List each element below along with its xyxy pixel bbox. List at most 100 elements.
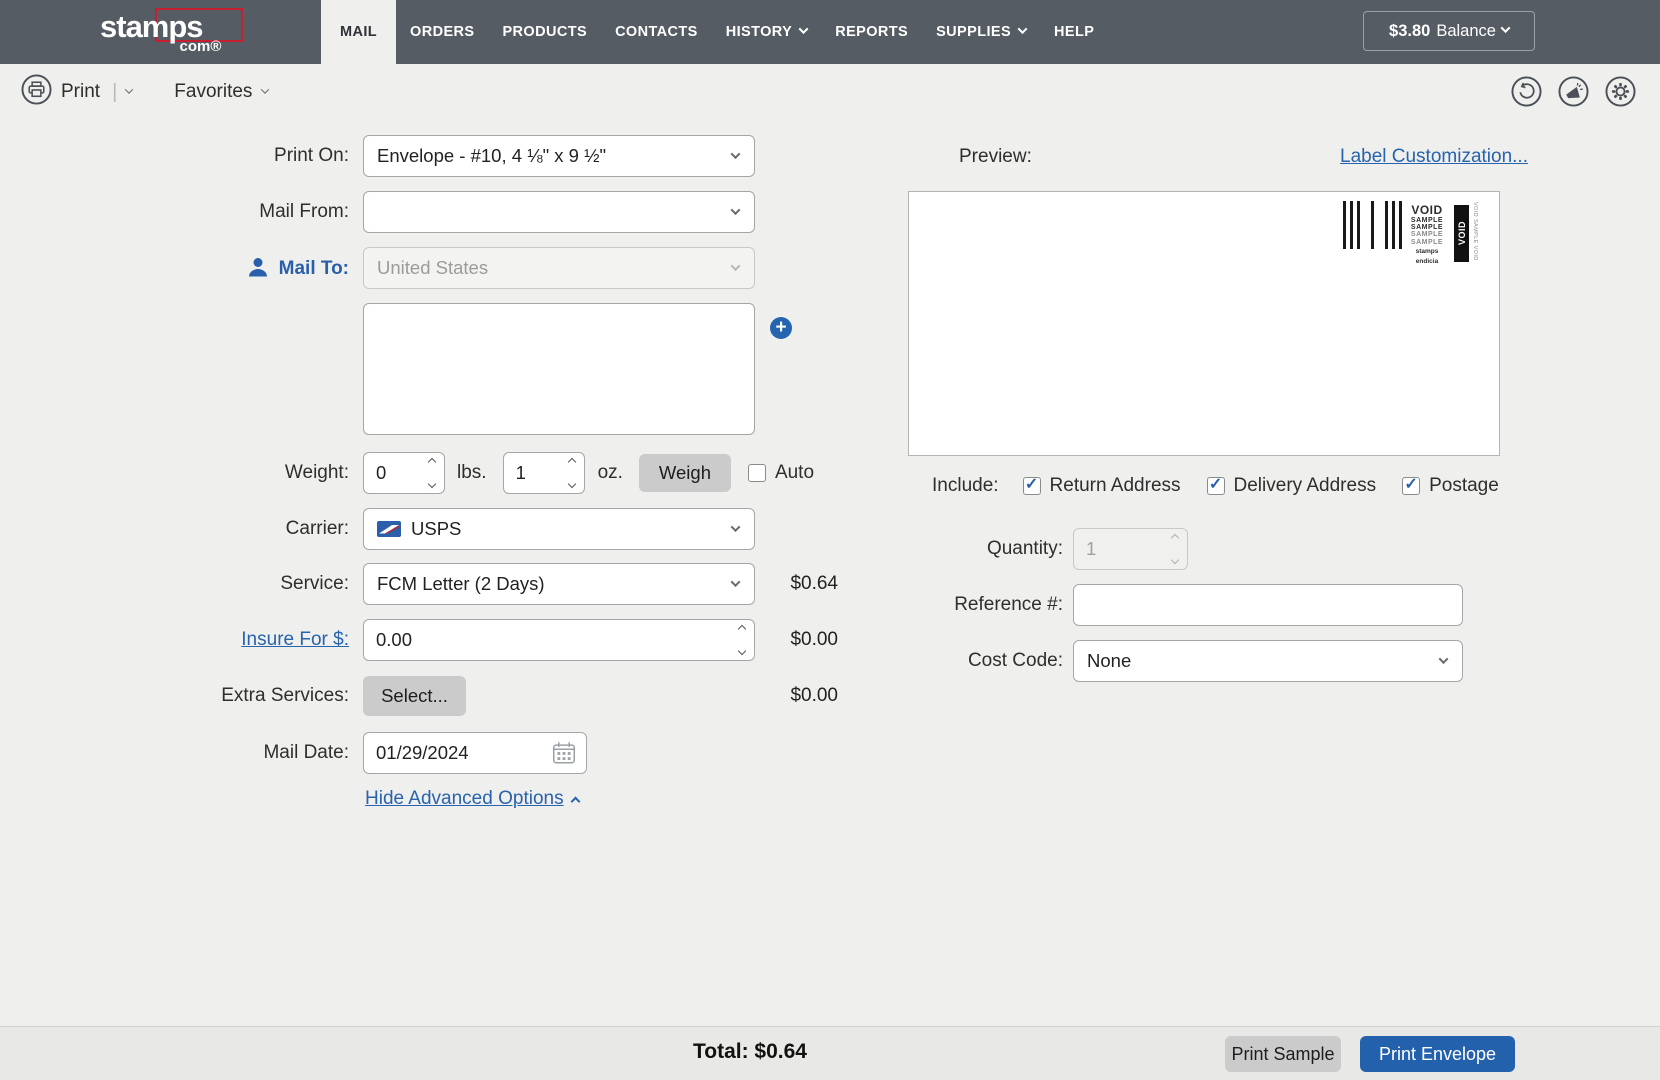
nav-tab-contacts[interactable]: CONTACTS bbox=[601, 0, 712, 64]
stepper-arrows[interactable] bbox=[429, 459, 435, 487]
nav-tab-supplies[interactable]: SUPPLIES bbox=[922, 0, 1040, 64]
void-barcode-strip: VOID bbox=[1454, 205, 1469, 262]
extra-services-price: $0.00 bbox=[790, 685, 838, 707]
mail-date-row: Mail Date: bbox=[0, 732, 838, 774]
weigh-button[interactable]: Weigh bbox=[639, 454, 731, 492]
insure-row: Insure For $: $0.00 bbox=[0, 619, 838, 661]
nav-tab-orders-label: ORDERS bbox=[410, 24, 474, 40]
weight-oz-stepper[interactable] bbox=[503, 452, 585, 494]
insure-input[interactable] bbox=[363, 619, 755, 661]
nav-tab-products-label: PRODUCTS bbox=[502, 24, 587, 40]
print-on-select[interactable]: Envelope - #10, 4 ⅛" x 9 ½" bbox=[363, 135, 755, 177]
envelope-preview: VOID SAMPLE SAMPLE SAMPLE SAMPLE stamps … bbox=[908, 191, 1500, 456]
stepper-arrows[interactable] bbox=[569, 459, 575, 487]
balance-dropdown[interactable]: $3.80 Balance bbox=[1363, 11, 1535, 51]
carrier-value: USPS bbox=[411, 518, 461, 540]
print-dropdown-chevron-icon[interactable] bbox=[125, 85, 133, 93]
extra-services-select-button[interactable]: Select... bbox=[363, 676, 466, 716]
reference-input[interactable] bbox=[1073, 584, 1463, 626]
carrier-label: Carrier: bbox=[0, 518, 349, 540]
address-textarea[interactable] bbox=[363, 303, 755, 435]
chevron-up-icon bbox=[570, 796, 580, 806]
history-refresh-icon[interactable] bbox=[1511, 76, 1542, 112]
chevron-up-icon bbox=[738, 625, 746, 633]
extra-services-row: Extra Services: Select... $0.00 bbox=[0, 676, 838, 716]
nav-tab-history[interactable]: HISTORY bbox=[712, 0, 821, 64]
chevron-down-icon bbox=[1501, 23, 1511, 33]
delivery-address-checkbox[interactable] bbox=[1207, 477, 1225, 495]
preview-label: Preview: bbox=[959, 146, 1032, 168]
mail-from-row: Mail From: bbox=[0, 191, 838, 233]
gear-icon[interactable] bbox=[1605, 76, 1636, 112]
chevron-up-icon bbox=[567, 458, 575, 466]
mail-date-field[interactable] bbox=[363, 732, 587, 774]
chevron-down-icon bbox=[1171, 556, 1179, 564]
chevron-down-icon bbox=[731, 522, 741, 532]
plus-icon: + bbox=[775, 318, 786, 337]
add-contact-button[interactable]: + bbox=[770, 317, 792, 339]
chevron-up-icon bbox=[1171, 534, 1179, 542]
service-select[interactable]: FCM Letter (2 Days) bbox=[363, 563, 755, 605]
delivery-address-label: Delivery Address bbox=[1234, 475, 1377, 497]
chevron-down-icon bbox=[731, 149, 741, 159]
mail-to-label-wrap: Mail To: bbox=[0, 257, 349, 280]
print-button-label[interactable]: Print bbox=[61, 81, 100, 103]
cost-code-select[interactable]: None bbox=[1073, 640, 1463, 682]
person-icon[interactable] bbox=[247, 257, 269, 277]
auto-checkbox[interactable] bbox=[748, 464, 766, 482]
carrier-select[interactable]: USPS bbox=[363, 508, 755, 550]
lbs-unit-label: lbs. bbox=[457, 462, 487, 484]
stamps-logo: stamps com® bbox=[100, 9, 250, 55]
toolbar: Print | Favorites bbox=[0, 64, 1660, 116]
postage-label: Postage bbox=[1429, 475, 1499, 497]
nav-tab-orders[interactable]: ORDERS bbox=[396, 0, 488, 64]
mail-from-label: Mail From: bbox=[0, 201, 349, 223]
print-sample-button[interactable]: Print Sample bbox=[1225, 1036, 1341, 1072]
chevron-down-icon bbox=[731, 261, 741, 271]
nav-tab-supplies-label: SUPPLIES bbox=[936, 24, 1011, 40]
label-customization-link[interactable]: Label Customization... bbox=[1340, 146, 1528, 168]
postage-checkbox[interactable] bbox=[1402, 477, 1420, 495]
include-delivery-address: Delivery Address bbox=[1207, 475, 1377, 497]
chevron-down-icon bbox=[1018, 24, 1028, 34]
carrier-row: Carrier: USPS bbox=[0, 508, 838, 550]
favorites-label: Favorites bbox=[174, 81, 252, 103]
calendar-icon[interactable] bbox=[550, 739, 578, 767]
return-address-checkbox[interactable] bbox=[1023, 477, 1041, 495]
hide-advanced-options-label: Hide Advanced Options bbox=[365, 788, 564, 810]
quantity-input bbox=[1073, 528, 1188, 570]
label-customization-text: Label Customization... bbox=[1340, 146, 1528, 167]
chevron-down-icon bbox=[1439, 654, 1449, 664]
stamp-sample-text: SAMPLE bbox=[1403, 231, 1451, 238]
megaphone-icon[interactable] bbox=[1558, 76, 1589, 112]
insure-link-wrap: Insure For $: bbox=[0, 629, 349, 651]
stepper-arrows[interactable] bbox=[739, 626, 745, 654]
top-nav: stamps com® MAIL ORDERS PRODUCTS CONTACT… bbox=[0, 0, 1660, 64]
nav-tab-reports[interactable]: REPORTS bbox=[821, 0, 922, 64]
chevron-down-icon bbox=[567, 480, 575, 488]
mail-to-label[interactable]: Mail To: bbox=[279, 258, 349, 279]
stamp-sample-text: SAMPLE bbox=[1403, 239, 1451, 246]
weight-lbs-stepper[interactable] bbox=[363, 452, 445, 494]
toolbar-divider: | bbox=[112, 81, 117, 104]
mail-from-select[interactable] bbox=[363, 191, 755, 233]
void-side-text: VOID SAMPLE VOID bbox=[1472, 202, 1478, 266]
nav-tab-mail[interactable]: MAIL bbox=[321, 0, 396, 64]
print-envelope-button[interactable]: Print Envelope bbox=[1360, 1036, 1515, 1072]
print-icon[interactable] bbox=[21, 74, 52, 110]
insure-for-link[interactable]: Insure For $: bbox=[241, 629, 349, 650]
reference-label: Reference #: bbox=[908, 594, 1063, 616]
nav-tab-help[interactable]: HELP bbox=[1040, 0, 1108, 64]
favorites-dropdown[interactable]: Favorites bbox=[174, 81, 268, 103]
weight-row: Weight: lbs. oz. Weigh Auto bbox=[0, 452, 838, 494]
cost-code-value: None bbox=[1087, 650, 1131, 672]
nav-tab-products[interactable]: PRODUCTS bbox=[488, 0, 601, 64]
service-price: $0.64 bbox=[790, 573, 838, 595]
cost-code-label: Cost Code: bbox=[908, 650, 1063, 672]
hide-advanced-options-link[interactable]: Hide Advanced Options bbox=[365, 788, 579, 810]
insure-stepper[interactable] bbox=[363, 619, 755, 661]
nav-tab-reports-label: REPORTS bbox=[835, 24, 908, 40]
print-on-row: Print On: Envelope - #10, 4 ⅛" x 9 ½" bbox=[0, 135, 838, 177]
mail-to-row: Mail To: United States bbox=[0, 247, 838, 289]
toolbar-left: Print | Favorites bbox=[21, 74, 268, 110]
